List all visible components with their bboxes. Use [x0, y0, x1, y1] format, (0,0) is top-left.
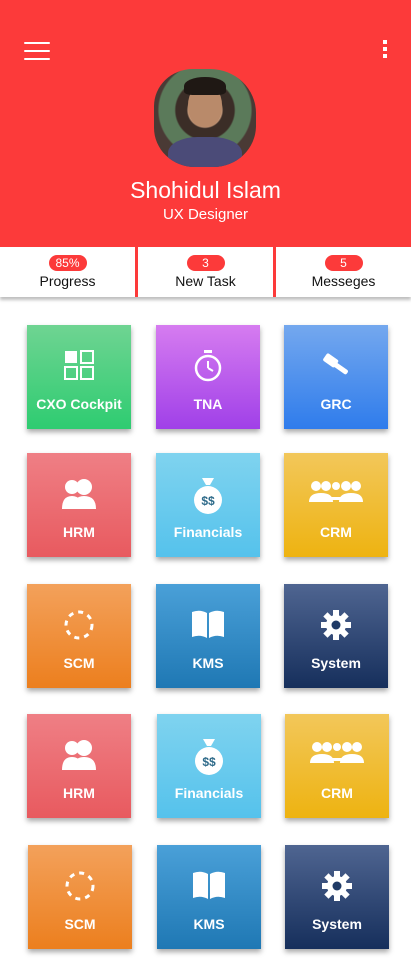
handshake-icon — [310, 742, 364, 763]
tile-label: CRM — [320, 524, 352, 540]
book-icon — [192, 610, 224, 638]
stat-messages[interactable]: 5 Messeges — [273, 247, 411, 297]
new-task-badge: 3 — [186, 255, 225, 271]
tile-label: System — [312, 916, 362, 932]
stopwatch-icon — [194, 350, 222, 382]
more-vertical-icon[interactable] — [378, 40, 392, 62]
loading-circle-icon — [65, 871, 95, 901]
tile-kms[interactable]: KMS — [156, 584, 260, 688]
tile-label: CRM — [321, 785, 353, 801]
new-task-label: New Task — [175, 273, 236, 289]
progress-badge: 85% — [48, 255, 87, 271]
tile-label: Financials — [174, 785, 244, 801]
tile-scm[interactable]: SCM — [27, 584, 131, 688]
tile-hrm-2[interactable]: HRM — [27, 714, 131, 818]
tile-label: HRM — [63, 524, 95, 540]
tile-label: SCM — [64, 916, 96, 932]
tile-label: SCM — [63, 655, 95, 671]
grid-icon — [64, 350, 94, 380]
tile-label: Financials — [173, 524, 243, 540]
messages-label: Messeges — [311, 273, 376, 289]
money-bag-icon: $$ — [195, 739, 223, 775]
avatar[interactable] — [154, 69, 256, 167]
book-icon — [193, 871, 225, 899]
tile-crm[interactable]: CRM — [284, 453, 388, 557]
profile-header: Shohidul Islam UX Designer — [0, 0, 411, 247]
users-icon — [62, 479, 96, 509]
profile-role: UX Designer — [162, 206, 249, 223]
profile-name: Shohidul Islam — [130, 177, 281, 203]
tile-hrm[interactable]: HRM — [27, 453, 131, 557]
tile-label: KMS — [193, 916, 225, 932]
tile-label: CXO Cockpit — [36, 396, 122, 412]
tile-label: GRC — [320, 396, 352, 412]
gear-icon — [322, 871, 352, 901]
stats-bar: 85% Progress 3 New Task 5 Messeges — [0, 247, 411, 297]
gear-icon — [321, 610, 351, 640]
tile-label: KMS — [192, 655, 224, 671]
money-bag-icon: $$ — [194, 478, 222, 514]
svg-text:$$: $$ — [202, 755, 216, 769]
tile-tna[interactable]: TNA — [156, 325, 260, 429]
tile-label: TNA — [193, 396, 223, 412]
svg-text:$$: $$ — [201, 494, 215, 508]
progress-label: Progress — [39, 273, 96, 289]
tile-crm-2[interactable]: CRM — [285, 714, 389, 818]
tile-system[interactable]: System — [284, 584, 388, 688]
tile-label: System — [311, 655, 361, 671]
loading-circle-icon — [64, 610, 94, 640]
tile-label: HRM — [63, 785, 95, 801]
tile-kms-2[interactable]: KMS — [157, 845, 261, 949]
tile-system-2[interactable]: System — [285, 845, 389, 949]
handshake-icon — [309, 481, 363, 502]
messages-badge: 5 — [324, 255, 363, 271]
tile-scm-2[interactable]: SCM — [28, 845, 132, 949]
tile-financials-2[interactable]: $$ Financials — [157, 714, 261, 818]
tile-cxo-cockpit[interactable]: CXO Cockpit — [27, 325, 131, 429]
stat-new-task[interactable]: 3 New Task — [135, 247, 273, 297]
users-icon — [62, 740, 96, 770]
tile-financials[interactable]: $$ Financials — [156, 453, 260, 557]
stat-progress[interactable]: 85% Progress — [0, 247, 135, 297]
hamburger-menu-icon[interactable] — [24, 42, 50, 60]
tile-grc[interactable]: GRC — [284, 325, 388, 429]
gavel-icon — [323, 353, 348, 375]
